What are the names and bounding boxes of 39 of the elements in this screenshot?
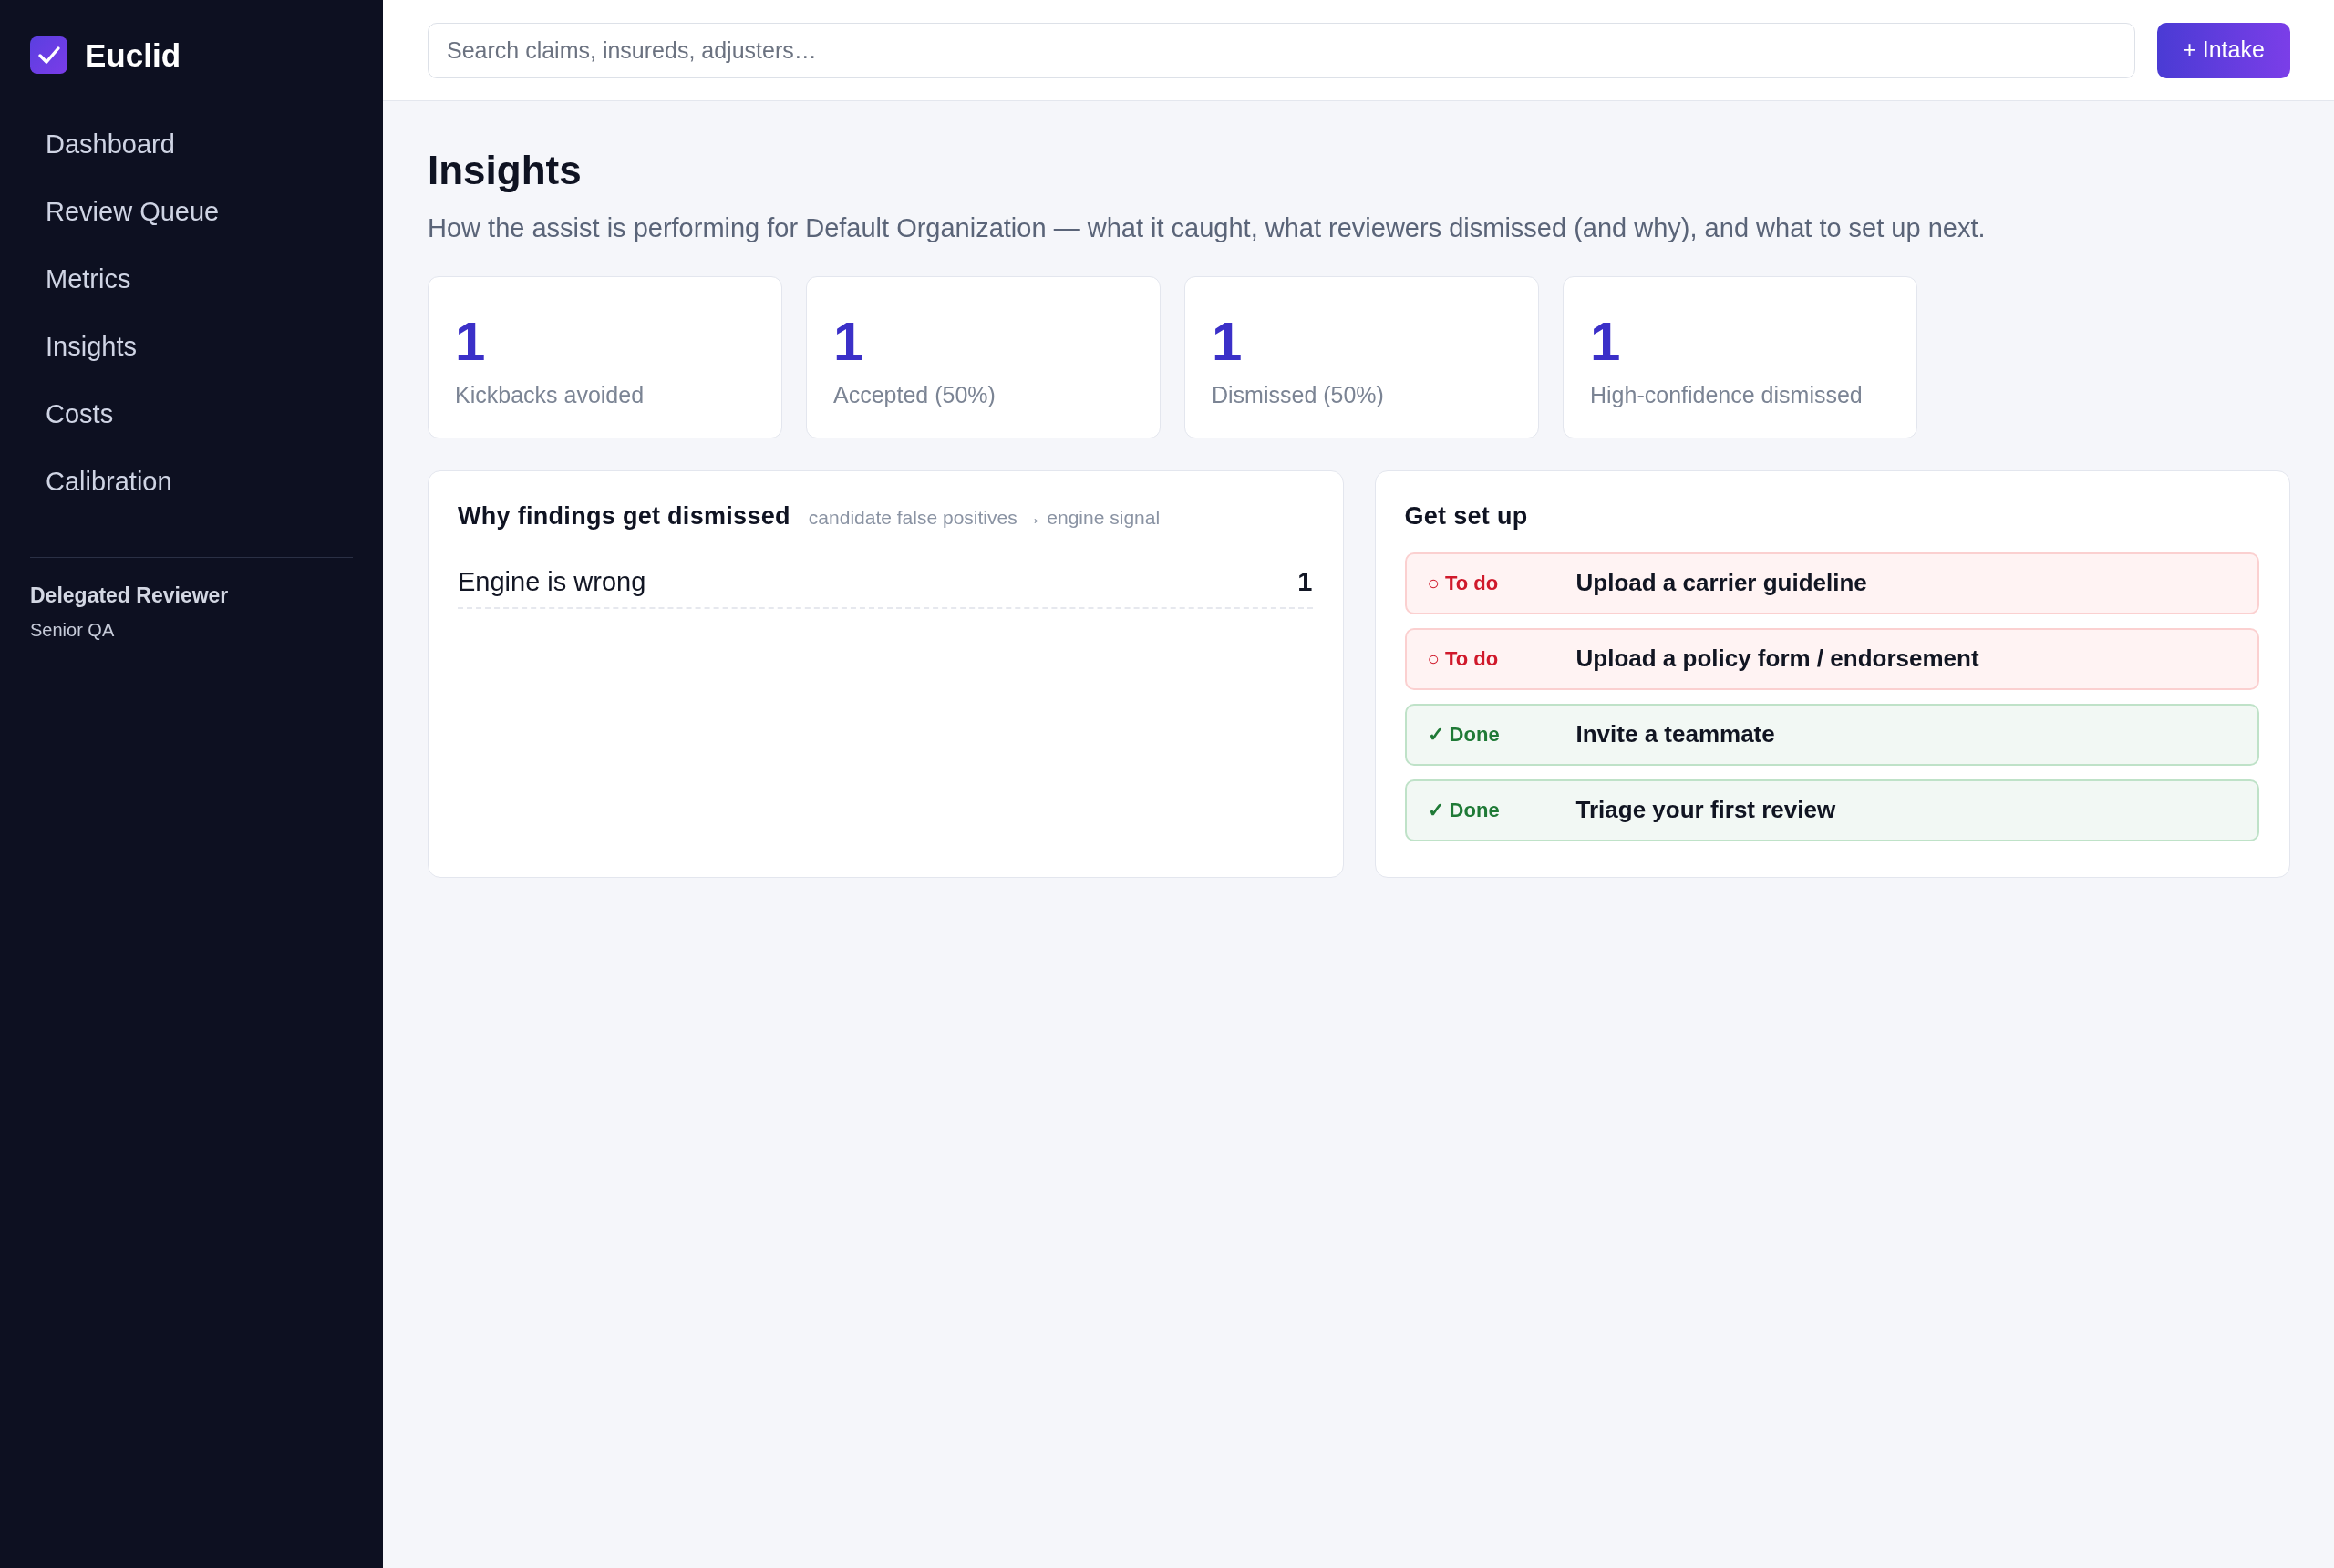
panel-title: Get set up — [1404, 501, 1529, 531]
setup-task-row[interactable]: ✓ Done Triage your first review — [1404, 779, 2259, 841]
panel-title: Why findings get dismissed — [458, 501, 790, 531]
checkmark-logo-icon — [30, 36, 67, 74]
stat-value: 1 — [455, 315, 487, 370]
nav-item[interactable]: Costs — [30, 380, 353, 448]
nav-item[interactable]: Insights — [30, 313, 353, 380]
stat-label: High-confidence dismissed — [1590, 381, 1864, 409]
task-title: Upload a carrier guideline — [1575, 568, 1867, 599]
user-role: Senior QA — [30, 619, 116, 641]
stat-label: Dismissed (50%) — [1212, 381, 1385, 409]
task-title: Upload a policy form / endorsement — [1575, 644, 1979, 675]
search-field[interactable]: Search claims, insureds, adjusters… — [428, 22, 2135, 78]
nav-item[interactable]: Review Queue — [30, 178, 353, 245]
stat-value: 1 — [1590, 315, 1622, 370]
task-title: Triage your first review — [1575, 795, 1836, 826]
page-description: How the assist is performing for Default Organization — what it caught, what reviewers dismissed (and why), and what to set up next. — [428, 211, 1987, 244]
task-status: ✓ Done — [1427, 722, 1501, 748]
reason-label: Engine is wrong — [458, 566, 646, 598]
nav-item[interactable]: Dashboard — [30, 110, 353, 178]
task-status: ○ To do — [1427, 646, 1500, 673]
stat-label: Kickbacks avoided — [455, 381, 645, 409]
stat-label: Accepted (50%) — [833, 381, 997, 409]
page-title: Insights — [428, 147, 583, 194]
reason-count: 1 — [1297, 566, 1313, 598]
setup-task-row[interactable]: ○ To do Upload a carrier guideline — [1404, 552, 2259, 614]
stat-value: 1 — [833, 315, 865, 370]
task-title: Invite a teammate — [1575, 719, 1775, 750]
setup-task-row[interactable]: ○ To do Upload a policy form / endorsement — [1404, 627, 2259, 690]
stat-value: 1 — [1212, 315, 1244, 370]
user-name: Delegated Reviewer — [30, 583, 230, 608]
task-status: ✓ Done — [1427, 798, 1501, 824]
intake-button[interactable]: + Intake — [2157, 22, 2290, 78]
nav-item[interactable]: Metrics — [30, 245, 353, 313]
brand-name: Euclid — [85, 38, 181, 71]
task-status: ○ To do — [1427, 571, 1500, 597]
setup-task-row[interactable]: ✓ Done Invite a teammate — [1404, 703, 2259, 766]
panel-subtitle: candidate false positives → engine signal — [808, 506, 1161, 531]
nav-item[interactable]: Calibration — [30, 448, 353, 515]
